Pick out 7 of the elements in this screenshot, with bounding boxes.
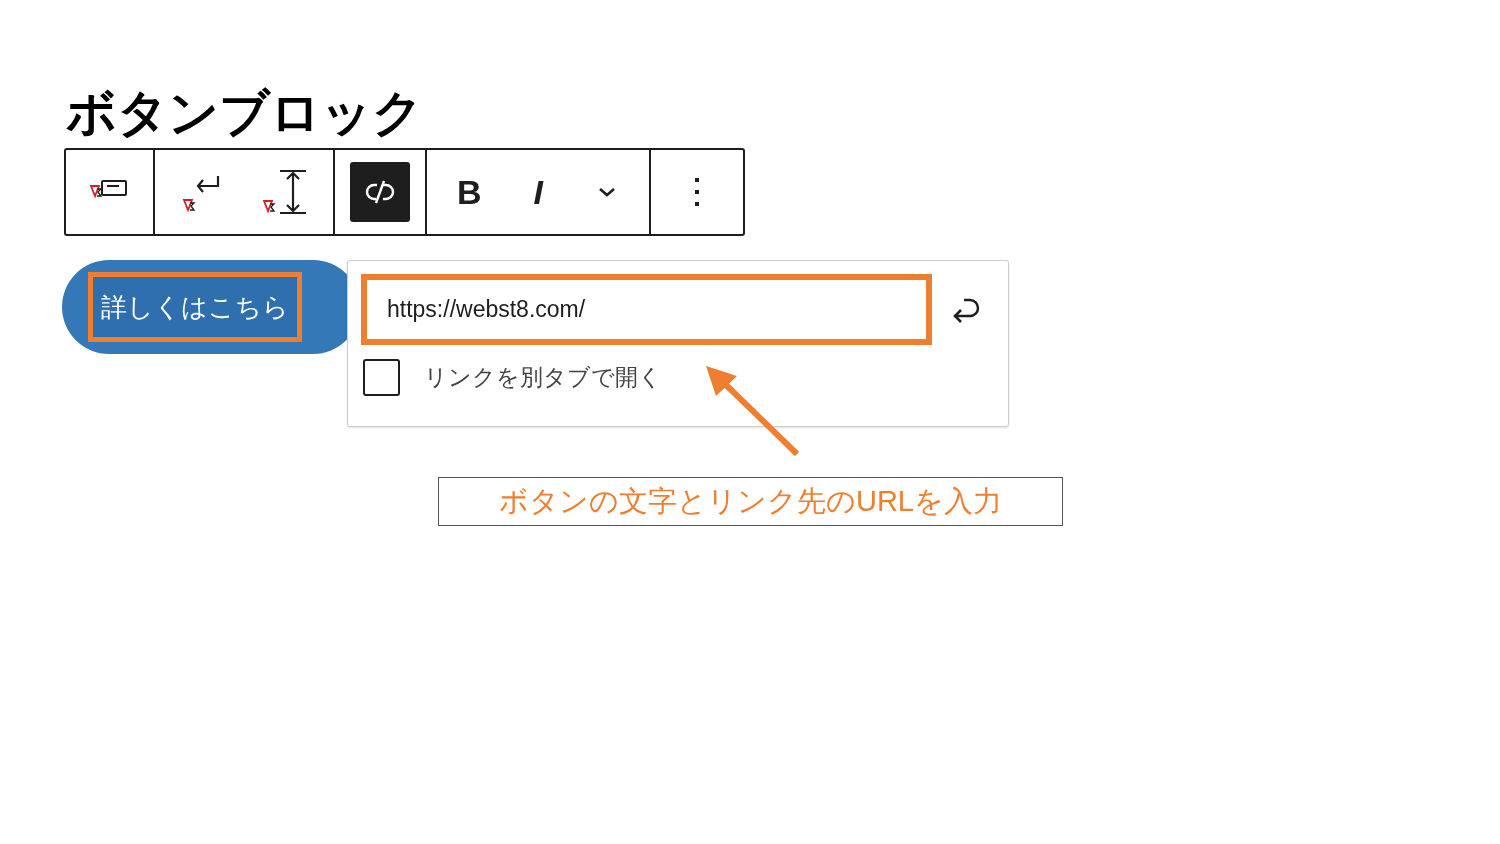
url-field[interactable]: https://webst8.com/ xyxy=(361,274,932,345)
unlink-icon[interactable] xyxy=(350,162,411,222)
annotation-caption: ボタンの文字とリンク先のURLを入力 xyxy=(438,477,1063,526)
heading: ボタンブロック xyxy=(66,88,423,138)
checkbox-label: リンクを別タブで開く xyxy=(424,363,662,393)
highlighted-label: 詳しくはこちら xyxy=(88,272,302,342)
checkbox[interactable] xyxy=(363,359,400,396)
